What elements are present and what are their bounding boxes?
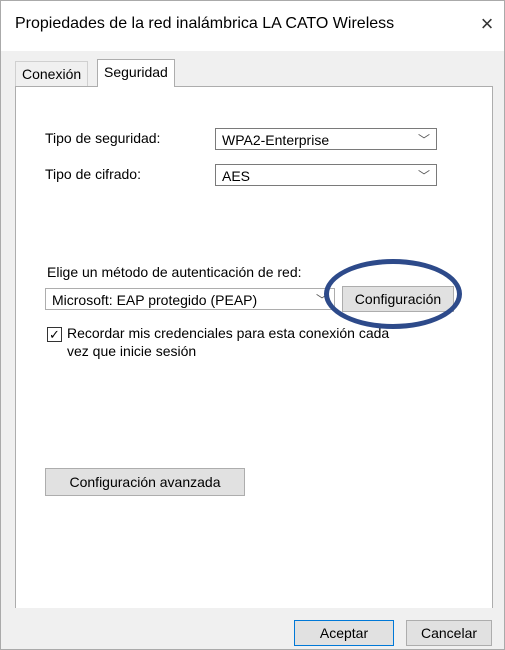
cipher-type-select[interactable]: AES ﹀ [215, 164, 437, 186]
security-type-select[interactable]: WPA2-Enterprise ﹀ [215, 128, 437, 150]
window-title: Propiedades de la red inalámbrica LA CAT… [15, 15, 395, 32]
dialog-footer: Aceptar Cancelar [1, 608, 504, 649]
wireless-properties-dialog: Propiedades de la red inalámbrica LA CAT… [0, 0, 505, 650]
cipher-type-label: Tipo de cifrado: [45, 166, 141, 182]
ok-button[interactable]: Aceptar [294, 620, 394, 646]
cancel-button[interactable]: Cancelar [406, 620, 492, 646]
title-bar: Propiedades de la red inalámbrica LA CAT… [1, 1, 504, 51]
cipher-type-value: AES [222, 168, 251, 184]
close-icon[interactable]: × [476, 13, 498, 35]
auth-method-label: Elige un método de autenticación de red: [47, 264, 302, 280]
security-panel: Tipo de seguridad: WPA2-Enterprise ﹀ Tip… [15, 86, 493, 609]
chevron-down-icon: ﹀ [417, 169, 430, 183]
tab-conexion[interactable]: Conexión [15, 61, 89, 86]
auth-settings-button[interactable]: Configuración [342, 286, 454, 312]
chevron-down-icon: ﹀ [417, 133, 430, 147]
chevron-down-icon: ﹀ [315, 293, 328, 307]
tab-seguridad[interactable]: Seguridad [97, 59, 175, 87]
auth-method-value: Microsoft: EAP protegido (PEAP) [52, 292, 258, 308]
advanced-settings-button[interactable]: Configuración avanzada [45, 468, 245, 496]
auth-method-select[interactable]: Microsoft: EAP protegido (PEAP) ﹀ [45, 288, 335, 310]
remember-credentials-checkbox[interactable]: ✓ [47, 327, 62, 342]
security-type-label: Tipo de seguridad: [45, 130, 161, 146]
remember-credentials-label-line1: Recordar mis credenciales para esta cone… [67, 325, 390, 341]
remember-credentials-label-line2: vez que inicie sesión [67, 343, 197, 359]
security-type-value: WPA2-Enterprise [222, 132, 330, 148]
